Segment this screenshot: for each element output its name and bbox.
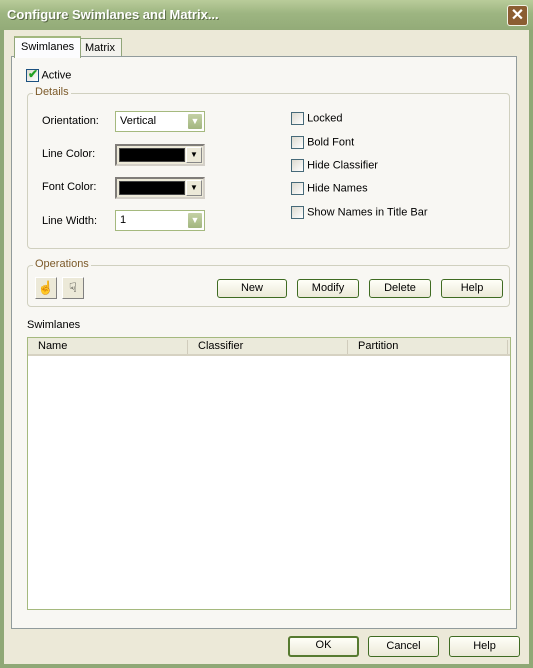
close-button[interactable]: ✕ bbox=[507, 5, 528, 26]
active-checkbox-label: Active bbox=[41, 69, 72, 82]
show-names-title-bar-checkbox-box[interactable] bbox=[291, 206, 304, 219]
hide-classifier-label: Hide Classifier bbox=[307, 159, 378, 172]
font-color-dropdown-icon[interactable]: ▼ bbox=[186, 180, 202, 196]
font-color-swatch bbox=[119, 181, 185, 195]
show-names-title-bar-label: Show Names in Title Bar bbox=[307, 206, 428, 219]
move-up-button[interactable]: ☝ bbox=[35, 277, 57, 299]
close-icon: ✕ bbox=[510, 7, 525, 24]
hide-names-checkbox[interactable]: Hide Names bbox=[291, 182, 368, 195]
hand-point-up-icon: ☝ bbox=[37, 280, 55, 295]
line-width-label: Line Width: bbox=[42, 215, 98, 227]
orientation-value: Vertical bbox=[120, 115, 157, 127]
chevron-down-icon[interactable]: ▼ bbox=[187, 113, 203, 130]
column-header-classifier[interactable]: Classifier bbox=[188, 340, 348, 354]
footer-help-button[interactable]: Help bbox=[449, 636, 520, 657]
active-checkbox-box[interactable]: ✔ bbox=[26, 67, 39, 82]
title-bar: Configure Swimlanes and Matrix... ✕ bbox=[0, 0, 533, 30]
active-checkbox[interactable]: ✔ Active bbox=[26, 67, 72, 82]
column-header-name[interactable]: Name bbox=[28, 340, 188, 354]
swimlanes-list-label: Swimlanes bbox=[27, 319, 81, 331]
font-color-label: Font Color: bbox=[42, 181, 97, 193]
modify-button[interactable]: Modify bbox=[297, 279, 359, 298]
show-names-title-bar-checkbox[interactable]: Show Names in Title Bar bbox=[291, 206, 428, 219]
tab-matrix[interactable]: Matrix bbox=[78, 38, 122, 58]
locked-label: Locked bbox=[307, 112, 343, 125]
bold-font-checkbox-box[interactable] bbox=[291, 136, 304, 149]
new-button[interactable]: New bbox=[217, 279, 287, 298]
line-width-select[interactable]: 1 ▼ bbox=[115, 210, 205, 231]
bold-font-checkbox[interactable]: Bold Font bbox=[291, 136, 354, 149]
column-header-partition[interactable]: Partition bbox=[348, 340, 508, 354]
checkmark-icon: ✔ bbox=[28, 67, 39, 81]
hand-point-down-icon: ☟ bbox=[69, 280, 77, 295]
tab-swimlanes[interactable]: Swimlanes bbox=[14, 36, 82, 58]
window-title: Configure Swimlanes and Matrix... bbox=[7, 7, 219, 22]
hide-classifier-checkbox-box[interactable] bbox=[291, 159, 304, 172]
cancel-button[interactable]: Cancel bbox=[368, 636, 439, 657]
line-width-value: 1 bbox=[120, 214, 127, 226]
line-color-dropdown-icon[interactable]: ▼ bbox=[186, 147, 202, 163]
hide-names-label: Hide Names bbox=[307, 182, 368, 195]
operations-help-button[interactable]: Help bbox=[441, 279, 503, 298]
ok-button[interactable]: OK bbox=[288, 636, 359, 657]
swimlanes-list[interactable]: Name Classifier Partition bbox=[27, 337, 511, 610]
line-color-label: Line Color: bbox=[42, 148, 96, 160]
hide-names-checkbox-box[interactable] bbox=[291, 182, 304, 195]
locked-checkbox[interactable]: Locked bbox=[291, 112, 343, 125]
orientation-select[interactable]: Vertical ▼ bbox=[115, 111, 205, 132]
details-legend: Details bbox=[33, 86, 71, 98]
locked-checkbox-box[interactable] bbox=[291, 112, 304, 125]
chevron-down-icon[interactable]: ▼ bbox=[187, 212, 203, 229]
dialog-window: Configure Swimlanes and Matrix... ✕ Swim… bbox=[0, 0, 533, 668]
bold-font-label: Bold Font bbox=[307, 136, 355, 149]
hide-classifier-checkbox[interactable]: Hide Classifier bbox=[291, 159, 378, 172]
line-color-swatch bbox=[119, 148, 185, 162]
operations-group: Operations ☝ ☟ New Modify Delete Help bbox=[27, 258, 510, 307]
list-header: Name Classifier Partition bbox=[28, 338, 510, 356]
details-group: Details Orientation: Vertical ▼ Line Col… bbox=[27, 86, 510, 249]
font-color-picker[interactable]: ▼ bbox=[115, 177, 205, 199]
delete-button[interactable]: Delete bbox=[369, 279, 431, 298]
swimlanes-tab-panel: ✔ Active Details Orientation: Vertical ▼… bbox=[11, 56, 517, 629]
line-color-picker[interactable]: ▼ bbox=[115, 144, 205, 166]
move-down-button[interactable]: ☟ bbox=[62, 277, 84, 299]
orientation-label: Orientation: bbox=[42, 115, 99, 127]
operations-legend: Operations bbox=[33, 258, 91, 270]
